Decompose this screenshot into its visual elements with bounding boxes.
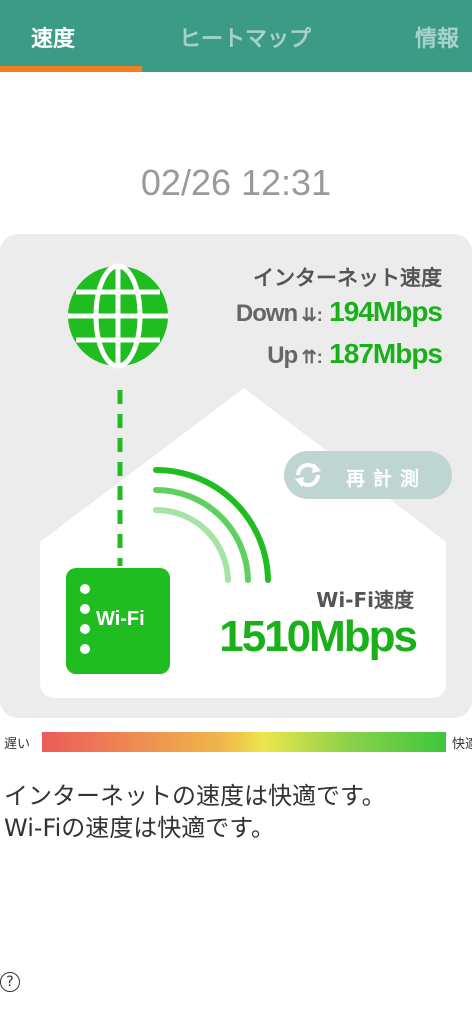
upload-speed: 187Mbps <box>329 338 443 369</box>
status-message: インターネットの速度は快適です。 Wi-Fiの速度は快適です。 <box>4 782 386 842</box>
upload-label: Up <box>267 342 298 369</box>
scale-slow-label: 遅い <box>4 737 31 752</box>
refresh-icon <box>295 463 321 487</box>
wifi-speed-value: 1510Mbps <box>219 612 418 661</box>
up-arrows-icon: ⇈: <box>301 347 323 367</box>
wifi-waves-icon <box>153 467 271 583</box>
internet-speed-title: インターネット速度 <box>253 266 442 290</box>
remeasure-label: 再計測 <box>346 468 428 490</box>
router-label: Wi-Fi <box>96 608 145 630</box>
router-icon: Wi-Fi <box>66 568 170 674</box>
down-arrows-icon: ⇊: <box>301 305 323 325</box>
upload-row: Up ⇈: 187Mbps <box>267 338 443 370</box>
help-icon[interactable]: ? <box>0 972 20 992</box>
remeasure-button[interactable]: 再計測 <box>284 451 452 499</box>
download-row: Down ⇊: 194Mbps <box>235 296 443 328</box>
download-speed: 194Mbps <box>329 296 443 327</box>
download-label: Down <box>235 300 298 327</box>
wifi-speed-title: Wi-Fi速度 <box>316 588 414 612</box>
globe-icon <box>68 263 168 369</box>
scale-fast-label: 快適 <box>452 737 472 752</box>
speed-scale-bar <box>42 732 446 752</box>
connection-line <box>117 390 123 566</box>
